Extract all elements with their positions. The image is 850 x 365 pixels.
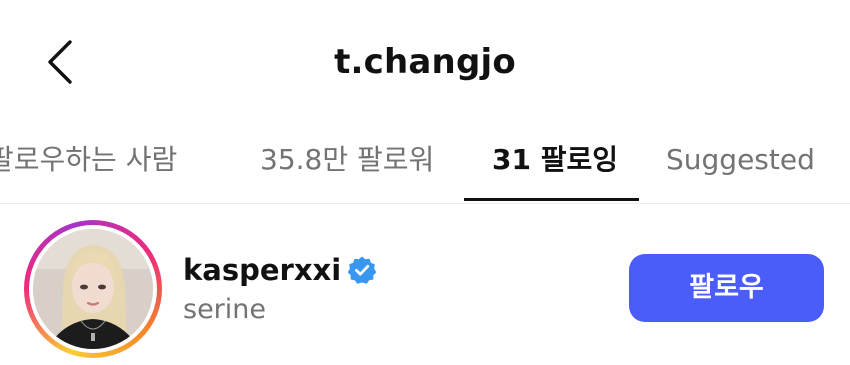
profile-photo <box>33 229 153 349</box>
username-line: kasperxxi <box>183 252 377 288</box>
list-item[interactable]: kasperxxi serine 팔로우 <box>0 204 850 365</box>
tab-suggested[interactable]: Suggested <box>666 140 815 180</box>
page-title: t.changjo <box>334 42 516 82</box>
username[interactable]: kasperxxi <box>183 252 341 288</box>
active-tab-indicator <box>464 198 639 201</box>
top-nav-bar: t.changjo <box>0 0 850 120</box>
full-name: serine <box>183 294 267 325</box>
tab-following[interactable]: 31 팔로잉 <box>492 140 618 180</box>
avatar[interactable] <box>24 220 162 358</box>
follow-button[interactable]: 팔로우 <box>629 254 824 322</box>
avatar-ring-gap <box>29 225 157 353</box>
tab-following-people[interactable]: 팔로우하는 사람 <box>0 140 177 180</box>
verified-badge-icon <box>347 255 377 285</box>
tab-followers[interactable]: 35.8만 팔로워 <box>260 140 434 180</box>
follow-tabs: 팔로우하는 사람 35.8만 팔로워 31 팔로잉 Suggested <box>0 122 850 202</box>
